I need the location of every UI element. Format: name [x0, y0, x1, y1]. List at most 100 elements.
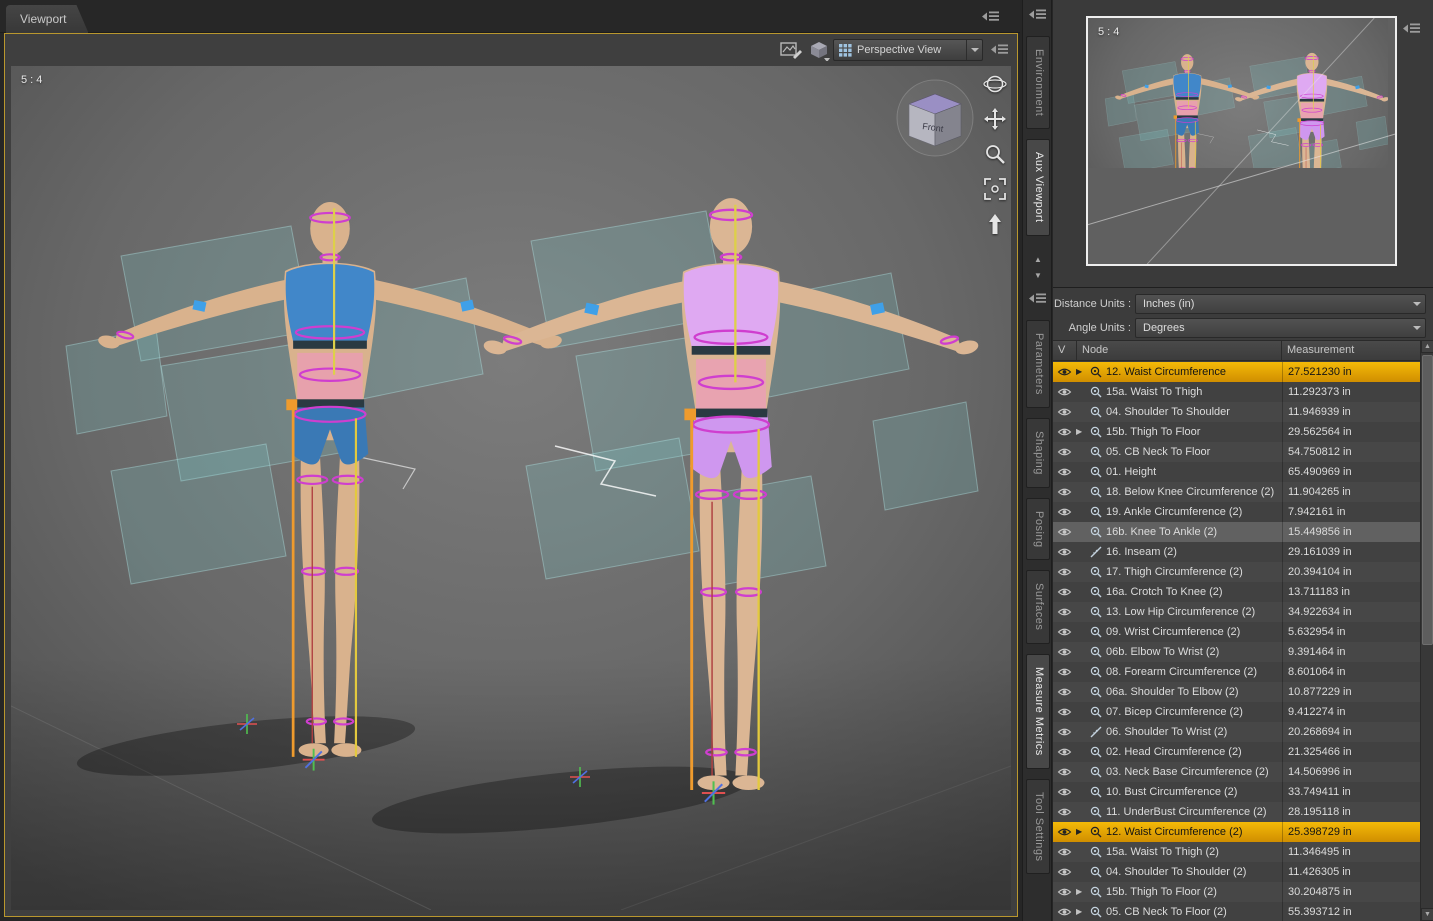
viewport-render-area[interactable]: 5 : 4 Front — [11, 66, 1011, 910]
measurement-row[interactable]: 13. Low Hip Circumference (2) 34.922634 i… — [1053, 602, 1420, 622]
visibility-eye-icon[interactable] — [1057, 527, 1072, 540]
pan-icon[interactable] — [983, 107, 1007, 131]
side-tab-environment[interactable]: Environment — [1026, 36, 1050, 130]
expand-arrow-icon[interactable]: ▶ — [1076, 422, 1082, 442]
visibility-eye-icon[interactable] — [1057, 727, 1072, 740]
visibility-eye-icon[interactable] — [1057, 907, 1072, 920]
camera-view-dropdown[interactable]: Perspective View — [833, 39, 983, 61]
visibility-eye-icon[interactable] — [1057, 607, 1072, 620]
measurement-row[interactable]: 16. Inseam (2) 29.161039 in — [1053, 542, 1420, 562]
pane-menu-icon[interactable] — [991, 43, 1009, 56]
measurement-row[interactable]: 16b. Knee To Ankle (2) 15.449856 in — [1053, 522, 1420, 542]
side-tab-tool-settings[interactable]: Tool Settings — [1026, 778, 1050, 875]
visibility-eye-icon[interactable] — [1057, 367, 1072, 380]
expand-arrow-icon[interactable]: ▶ — [1076, 882, 1082, 902]
visibility-eye-icon[interactable] — [1057, 867, 1072, 880]
visibility-eye-icon[interactable] — [1057, 547, 1072, 560]
tab-scroll-down-icon[interactable]: ▼ — [1031, 270, 1045, 282]
visibility-eye-icon[interactable] — [1057, 807, 1072, 820]
tab-viewport[interactable]: Viewport — [6, 5, 88, 33]
expand-arrow-icon[interactable]: ▶ — [1076, 822, 1082, 842]
side-tab-shaping[interactable]: Shaping — [1026, 417, 1050, 488]
table-scrollbar[interactable]: ▲ ▼ — [1420, 340, 1433, 921]
pane-menu-icon[interactable] — [1403, 22, 1421, 35]
measurement-row[interactable]: 06a. Shoulder To Elbow (2) 10.877229 in — [1053, 682, 1420, 702]
measurement-row[interactable]: 04. Shoulder To Shoulder (2) 11.426305 in — [1053, 862, 1420, 882]
scrollbar-down-icon[interactable]: ▼ — [1421, 908, 1433, 921]
pane-menu-icon[interactable] — [1029, 292, 1047, 305]
measurement-row[interactable]: 08. Forearm Circumference (2) 8.601064 in — [1053, 662, 1420, 682]
measurement-row[interactable]: 09. Wrist Circumference (2) 5.632954 in — [1053, 622, 1420, 642]
visibility-eye-icon[interactable] — [1057, 507, 1072, 520]
pane-menu-icon[interactable] — [1029, 8, 1047, 21]
visibility-eye-icon[interactable] — [1057, 427, 1072, 440]
measurement-row[interactable]: 15a. Waist To Thigh (2) 11.346495 in — [1053, 842, 1420, 862]
angle-units-dropdown[interactable]: Degrees — [1135, 318, 1426, 338]
side-tab-posing[interactable]: Posing — [1026, 497, 1050, 561]
visibility-eye-icon[interactable] — [1057, 487, 1072, 500]
visibility-eye-icon[interactable] — [1057, 447, 1072, 460]
measurement-row[interactable]: 16a. Crotch To Knee (2) 13.711183 in — [1053, 582, 1420, 602]
visibility-eye-icon[interactable] — [1057, 787, 1072, 800]
measurement-row[interactable]: 15a. Waist To Thigh 11.292373 in — [1053, 382, 1420, 402]
expand-arrow-icon[interactable]: ▶ — [1076, 902, 1082, 921]
visibility-eye-icon[interactable] — [1057, 887, 1072, 900]
measurement-row[interactable]: 10. Bust Circumference (2) 33.749411 in — [1053, 782, 1420, 802]
measurement-row[interactable]: 03. Neck Base Circumference (2) 14.506996… — [1053, 762, 1420, 782]
visibility-eye-icon[interactable] — [1057, 707, 1072, 720]
measurement-row[interactable]: 01. Height 65.490969 in — [1053, 462, 1420, 482]
frame-icon[interactable] — [983, 177, 1007, 201]
measurement-row[interactable]: 05. CB Neck To Floor 54.750812 in — [1053, 442, 1420, 462]
visibility-eye-icon[interactable] — [1057, 687, 1072, 700]
render-settings-icon[interactable] — [780, 41, 802, 59]
measurement-row[interactable]: ▶ 15b. Thigh To Floor (2) 30.204875 in — [1053, 882, 1420, 902]
visibility-eye-icon[interactable] — [1057, 767, 1072, 780]
camera-cube-icon[interactable] — [807, 39, 831, 61]
measurement-row[interactable]: 19. Ankle Circumference (2) 7.942161 in — [1053, 502, 1420, 522]
scrollbar-thumb[interactable] — [1422, 355, 1433, 645]
expand-arrow-icon[interactable]: ▶ — [1076, 362, 1082, 382]
visibility-eye-icon[interactable] — [1057, 467, 1072, 480]
measurement-row[interactable]: 18. Below Knee Circumference (2) 11.90426… — [1053, 482, 1420, 502]
view-cube[interactable]: Front — [889, 76, 981, 160]
side-tab-surfaces[interactable]: Surfaces — [1026, 570, 1050, 644]
visibility-eye-icon[interactable] — [1057, 587, 1072, 600]
dropdown-arrow[interactable] — [966, 40, 982, 60]
visibility-eye-icon[interactable] — [1057, 567, 1072, 580]
measurement-row[interactable]: 11. UnderBust Circumference (2) 28.195118… — [1053, 802, 1420, 822]
measurement-row[interactable]: ▶ 12. Waist Circumference 27.521230 in — [1053, 362, 1420, 382]
visibility-eye-icon[interactable] — [1057, 627, 1072, 640]
tape-measure-icon — [1090, 706, 1102, 721]
column-header-visibility[interactable]: V — [1053, 341, 1077, 360]
measurement-row[interactable]: 02. Head Circumference (2) 21.325466 in — [1053, 742, 1420, 762]
camera-up-icon[interactable] — [983, 212, 1007, 236]
tape-measure-icon — [1090, 566, 1102, 581]
visibility-eye-icon[interactable] — [1057, 747, 1072, 760]
visibility-eye-icon[interactable] — [1057, 407, 1072, 420]
measurement-row[interactable]: 17. Thigh Circumference (2) 20.394104 in — [1053, 562, 1420, 582]
visibility-eye-icon[interactable] — [1057, 647, 1072, 660]
measurement-row[interactable]: 06. Shoulder To Wrist (2) 20.268694 in — [1053, 722, 1420, 742]
visibility-eye-icon[interactable] — [1057, 667, 1072, 680]
measurement-row[interactable]: ▶ 15b. Thigh To Floor 29.562564 in — [1053, 422, 1420, 442]
measurement-row[interactable]: 07. Bicep Circumference (2) 9.412274 in — [1053, 702, 1420, 722]
side-tab-measure-metrics[interactable]: Measure Metrics — [1026, 653, 1050, 769]
distance-units-dropdown[interactable]: Inches (in) — [1135, 294, 1426, 314]
measurement-row[interactable]: 04. Shoulder To Shoulder 11.946939 in — [1053, 402, 1420, 422]
measurement-row[interactable]: ▶ 05. CB Neck To Floor (2) 55.393712 in — [1053, 902, 1420, 921]
zoom-icon[interactable] — [983, 142, 1007, 166]
visibility-eye-icon[interactable] — [1057, 387, 1072, 400]
measurement-row[interactable]: 06b. Elbow To Wrist (2) 9.391464 in — [1053, 642, 1420, 662]
column-header-node[interactable]: Node — [1077, 341, 1282, 360]
column-header-measurement[interactable]: Measurement — [1282, 341, 1420, 360]
visibility-eye-icon[interactable] — [1057, 827, 1072, 840]
side-tab-parameters[interactable]: Parameters — [1026, 320, 1050, 408]
measurement-row[interactable]: ▶ 12. Waist Circumference (2) 25.398729 in — [1053, 822, 1420, 842]
pane-menu-icon[interactable] — [982, 10, 1000, 23]
orbit-icon[interactable] — [983, 72, 1007, 96]
side-tab-aux-viewport[interactable]: Aux Viewport — [1026, 139, 1050, 236]
aux-viewport-render[interactable]: 5 : 4 — [1086, 16, 1397, 266]
visibility-eye-icon[interactable] — [1057, 847, 1072, 860]
tab-scroll-up-icon[interactable]: ▲ — [1031, 254, 1045, 266]
scrollbar-up-icon[interactable]: ▲ — [1421, 340, 1433, 353]
